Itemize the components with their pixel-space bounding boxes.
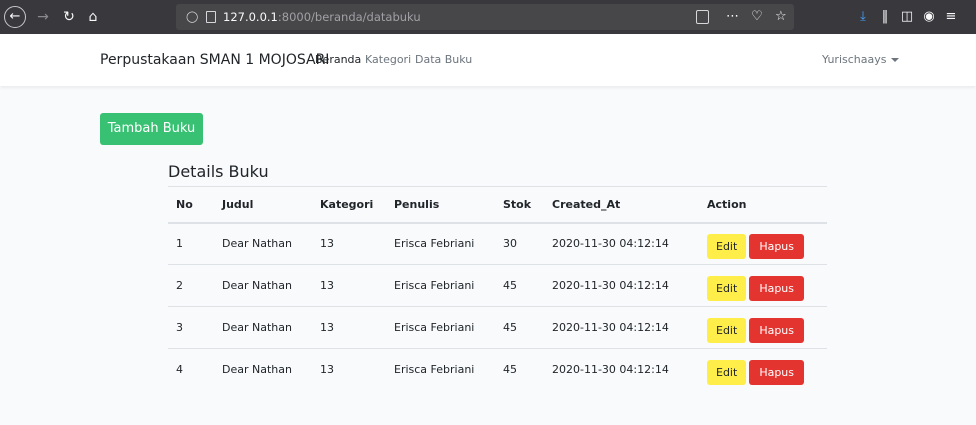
reload-icon[interactable]: ↻	[58, 0, 80, 34]
page-icon	[206, 11, 216, 23]
cell-no: 3	[168, 306, 214, 349]
download-icon[interactable]: ⤓	[852, 0, 874, 34]
delete-button[interactable]: Hapus	[749, 360, 805, 386]
page-actions[interactable]: ⋯ ♡ ☆	[726, 4, 791, 30]
cell-penulis: Erisca Febriani	[386, 348, 495, 391]
cell-kategori: 13	[320, 237, 334, 251]
nav-link-kategori[interactable]: Kategori	[365, 34, 411, 86]
menu-icon[interactable]: ≡	[940, 0, 962, 34]
user-dropdown[interactable]: Yurischaays	[822, 34, 900, 86]
cell-action: Edit Hapus	[699, 264, 827, 307]
add-book-button[interactable]: Tambah Buku	[100, 113, 203, 145]
table-row: 3 Dear Nathan 13 Erisca Febriani 45 2020…	[168, 306, 827, 349]
edit-button[interactable]: Edit	[707, 234, 747, 260]
address-bar[interactable]: ◯ 127.0.0.1:8000/beranda/databuku ⋯ ♡ ☆	[176, 4, 794, 30]
column-header-no: No	[168, 186, 214, 224]
column-header-judul: Judul	[214, 186, 312, 224]
cell-judul: Dear Nathan	[214, 264, 312, 307]
cell-penulis: Erisca Febriani	[394, 237, 475, 251]
more-icon[interactable]: ⋯	[726, 9, 743, 24]
user-name: Yurischaays	[822, 53, 887, 66]
cell-judul: Dear Nathan	[214, 348, 312, 391]
navbar-brand[interactable]: Perpustakaan SMAN 1 MOJOSARI	[100, 34, 329, 86]
toolbar-icons: ⤓ ‖ ◫ ◉ ≡	[852, 0, 962, 34]
bookmark-icon[interactable]: ☆	[775, 9, 791, 24]
cell-penulis: Erisca Febriani	[386, 306, 495, 349]
cell-no: 4	[168, 348, 214, 391]
cell-stok: 30	[503, 237, 517, 251]
cell-judul: Dear Nathan	[222, 237, 292, 251]
shield-icon[interactable]: ◯	[186, 4, 198, 30]
reader-view-icon[interactable]	[696, 10, 709, 24]
column-header-stok: Stok	[495, 186, 544, 224]
column-header-kategori: Kategori	[312, 186, 386, 224]
cell-stok: 45	[495, 306, 544, 349]
account-icon[interactable]: ◉	[918, 0, 940, 34]
url-text[interactable]: 127.0.0.1:8000/beranda/databuku	[223, 4, 421, 30]
cell-action: Edit Hapus	[699, 223, 827, 265]
cell-created-at: 2020-11-30 04:12:14	[552, 237, 669, 251]
table-row: 2 Dear Nathan 13 Erisca Febriani 45 2020…	[168, 264, 827, 307]
browser-toolbar: ← → ↻ ⌂ ◯ 127.0.0.1:8000/beranda/databuk…	[0, 0, 976, 34]
nav-link-beranda[interactable]: Beranda	[315, 34, 361, 86]
cell-penulis: Erisca Febriani	[386, 264, 495, 307]
home-icon[interactable]: ⌂	[82, 0, 104, 34]
cell-created-at: 2020-11-30 04:12:14	[544, 306, 699, 349]
column-header-action: Action	[699, 186, 827, 224]
column-header-created-at: Created_At	[544, 186, 699, 224]
cell-no: 2	[168, 264, 214, 307]
delete-button[interactable]: Hapus	[749, 276, 805, 301]
column-header-penulis: Penulis	[386, 186, 495, 224]
nav-link-data-buku[interactable]: Data Buku	[415, 34, 472, 86]
section-title: Details Buku	[168, 162, 269, 181]
navbar: Perpustakaan SMAN 1 MOJOSARI Beranda Kat…	[0, 34, 976, 86]
pocket-icon[interactable]: ♡	[751, 9, 767, 24]
cell-action: Edit Hapus	[699, 306, 827, 349]
cell-no: 1	[176, 237, 183, 251]
cell-created-at: 2020-11-30 04:12:14	[544, 348, 699, 391]
cell-kategori: 13	[312, 306, 386, 349]
cell-created-at: 2020-11-30 04:12:14	[544, 264, 699, 307]
cell-judul: Dear Nathan	[214, 306, 312, 349]
cell-action: Edit Hapus	[699, 348, 827, 391]
table-row: 4 Dear Nathan 13 Erisca Febriani 45 2020…	[168, 348, 827, 391]
delete-button[interactable]: Hapus	[749, 234, 805, 260]
edit-button[interactable]: Edit	[707, 318, 747, 343]
cell-stok: 45	[495, 264, 544, 307]
library-icon[interactable]: ‖	[874, 0, 896, 34]
cell-kategori: 13	[312, 264, 386, 307]
cell-kategori: 13	[312, 348, 386, 391]
table-header-row: No Judul Kategori Penulis Stok Created_A…	[168, 186, 827, 224]
cell-stok: 45	[495, 348, 544, 391]
edit-button[interactable]: Edit	[707, 360, 747, 386]
table-row: 1 Dear Nathan 13 Erisca Febriani 30 2020…	[168, 223, 827, 265]
caret-down-icon	[891, 58, 900, 62]
edit-button[interactable]: Edit	[707, 276, 747, 301]
back-icon[interactable]: ←	[4, 6, 26, 28]
delete-button[interactable]: Hapus	[749, 318, 805, 343]
books-table: No Judul Kategori Penulis Stok Created_A…	[168, 186, 827, 391]
sidebar-icon[interactable]: ◫	[896, 0, 918, 34]
forward-icon[interactable]: →	[32, 0, 54, 34]
